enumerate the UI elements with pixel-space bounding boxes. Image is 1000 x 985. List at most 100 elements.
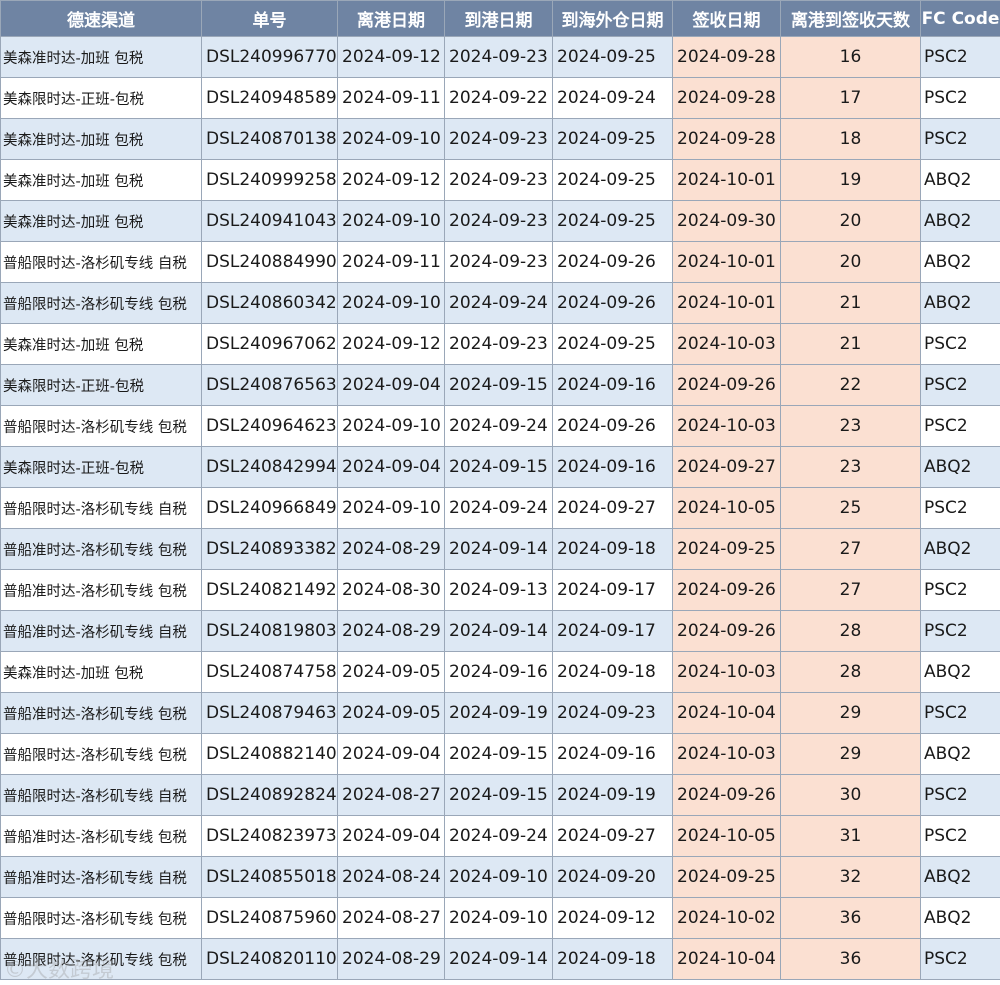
cell-departure-date[interactable]: 2024-08-30 bbox=[337, 569, 445, 611]
cell-departure-date[interactable]: 2024-09-10 bbox=[337, 282, 445, 324]
cell-departure-date[interactable]: 2024-09-10 bbox=[337, 487, 445, 529]
cell-sign-date[interactable]: 2024-09-28 bbox=[672, 118, 781, 160]
cell-days[interactable]: 29 bbox=[780, 692, 921, 734]
cell-channel[interactable]: 普船限时达-洛杉矶专线 包税 bbox=[0, 405, 202, 447]
cell-sign-date[interactable]: 2024-10-03 bbox=[672, 733, 781, 775]
header-sign-date[interactable]: 签收日期 bbox=[672, 0, 781, 37]
cell-days[interactable]: 20 bbox=[780, 241, 921, 283]
cell-days[interactable]: 22 bbox=[780, 364, 921, 406]
cell-days[interactable]: 30 bbox=[780, 774, 921, 816]
cell-fc-code[interactable]: PSC2 bbox=[920, 774, 1000, 816]
cell-arrival-date[interactable]: 2024-09-24 bbox=[444, 815, 553, 857]
cell-days[interactable]: 25 bbox=[780, 487, 921, 529]
cell-order-no[interactable]: DSL240892824 bbox=[201, 774, 338, 816]
cell-days[interactable]: 18 bbox=[780, 118, 921, 160]
cell-warehouse-date[interactable]: 2024-09-23 bbox=[552, 692, 673, 734]
cell-arrival-date[interactable]: 2024-09-15 bbox=[444, 733, 553, 775]
cell-sign-date[interactable]: 2024-10-03 bbox=[672, 651, 781, 693]
cell-arrival-date[interactable]: 2024-09-14 bbox=[444, 610, 553, 652]
cell-order-no[interactable]: DSL240875960 bbox=[201, 897, 338, 939]
cell-warehouse-date[interactable]: 2024-09-26 bbox=[552, 241, 673, 283]
cell-days[interactable]: 28 bbox=[780, 651, 921, 693]
cell-sign-date[interactable]: 2024-10-01 bbox=[672, 159, 781, 201]
cell-departure-date[interactable]: 2024-09-05 bbox=[337, 651, 445, 693]
cell-channel[interactable]: 美森准时达-加班 包税 bbox=[0, 323, 202, 365]
cell-warehouse-date[interactable]: 2024-09-19 bbox=[552, 774, 673, 816]
cell-departure-date[interactable]: 2024-09-11 bbox=[337, 77, 445, 119]
cell-order-no[interactable]: DSL240996770 bbox=[201, 36, 338, 78]
cell-fc-code[interactable]: ABQ2 bbox=[920, 651, 1000, 693]
cell-channel[interactable]: 普船准时达-洛杉矶专线 包税 bbox=[0, 528, 202, 570]
cell-sign-date[interactable]: 2024-10-03 bbox=[672, 323, 781, 365]
cell-departure-date[interactable]: 2024-08-29 bbox=[337, 938, 445, 980]
cell-fc-code[interactable]: ABQ2 bbox=[920, 282, 1000, 324]
header-fc-code[interactable]: FC Code bbox=[920, 0, 1000, 37]
cell-fc-code[interactable]: PSC2 bbox=[920, 610, 1000, 652]
cell-warehouse-date[interactable]: 2024-09-12 bbox=[552, 897, 673, 939]
cell-channel[interactable]: 普船准时达-洛杉矶专线 自税 bbox=[0, 856, 202, 898]
cell-arrival-date[interactable]: 2024-09-14 bbox=[444, 528, 553, 570]
cell-warehouse-date[interactable]: 2024-09-26 bbox=[552, 405, 673, 447]
cell-order-no[interactable]: DSL240999258 bbox=[201, 159, 338, 201]
cell-order-no[interactable]: DSL240879463 bbox=[201, 692, 338, 734]
cell-sign-date[interactable]: 2024-09-28 bbox=[672, 36, 781, 78]
cell-fc-code[interactable]: ABQ2 bbox=[920, 446, 1000, 488]
cell-fc-code[interactable]: PSC2 bbox=[920, 815, 1000, 857]
cell-sign-date[interactable]: 2024-09-26 bbox=[672, 774, 781, 816]
cell-channel[interactable]: 普船限时达-洛杉矶专线 自税 bbox=[0, 241, 202, 283]
cell-warehouse-date[interactable]: 2024-09-26 bbox=[552, 282, 673, 324]
header-arrival-date[interactable]: 到港日期 bbox=[444, 0, 553, 37]
cell-channel[interactable]: 美森准时达-加班 包税 bbox=[0, 159, 202, 201]
header-order-no[interactable]: 单号 bbox=[201, 0, 338, 37]
cell-departure-date[interactable]: 2024-08-27 bbox=[337, 774, 445, 816]
cell-departure-date[interactable]: 2024-09-12 bbox=[337, 159, 445, 201]
cell-days[interactable]: 20 bbox=[780, 200, 921, 242]
cell-days[interactable]: 36 bbox=[780, 938, 921, 980]
cell-warehouse-date[interactable]: 2024-09-16 bbox=[552, 364, 673, 406]
cell-order-no[interactable]: DSL240964623 bbox=[201, 405, 338, 447]
cell-days[interactable]: 23 bbox=[780, 446, 921, 488]
cell-warehouse-date[interactable]: 2024-09-27 bbox=[552, 487, 673, 529]
cell-warehouse-date[interactable]: 2024-09-16 bbox=[552, 733, 673, 775]
cell-days[interactable]: 17 bbox=[780, 77, 921, 119]
header-warehouse-date[interactable]: 到海外仓日期 bbox=[552, 0, 673, 37]
cell-channel[interactable]: 美森准时达-加班 包税 bbox=[0, 118, 202, 160]
cell-departure-date[interactable]: 2024-09-10 bbox=[337, 405, 445, 447]
cell-arrival-date[interactable]: 2024-09-23 bbox=[444, 118, 553, 160]
cell-sign-date[interactable]: 2024-10-03 bbox=[672, 405, 781, 447]
cell-sign-date[interactable]: 2024-09-25 bbox=[672, 528, 781, 570]
cell-channel[interactable]: 美森限时达-正班-包税 bbox=[0, 446, 202, 488]
cell-days[interactable]: 16 bbox=[780, 36, 921, 78]
cell-sign-date[interactable]: 2024-09-27 bbox=[672, 446, 781, 488]
cell-arrival-date[interactable]: 2024-09-13 bbox=[444, 569, 553, 611]
cell-days[interactable]: 21 bbox=[780, 323, 921, 365]
cell-fc-code[interactable]: ABQ2 bbox=[920, 897, 1000, 939]
cell-warehouse-date[interactable]: 2024-09-24 bbox=[552, 77, 673, 119]
cell-fc-code[interactable]: ABQ2 bbox=[920, 856, 1000, 898]
cell-departure-date[interactable]: 2024-09-04 bbox=[337, 364, 445, 406]
cell-arrival-date[interactable]: 2024-09-15 bbox=[444, 774, 553, 816]
cell-days[interactable]: 23 bbox=[780, 405, 921, 447]
cell-order-no[interactable]: DSL240820110 bbox=[201, 938, 338, 980]
cell-channel[interactable]: 普船限时达-洛杉矶专线 自税 bbox=[0, 487, 202, 529]
cell-channel[interactable]: 普船限时达-洛杉矶专线 自税 bbox=[0, 774, 202, 816]
cell-order-no[interactable]: DSL240941043 bbox=[201, 200, 338, 242]
cell-days[interactable]: 32 bbox=[780, 856, 921, 898]
cell-warehouse-date[interactable]: 2024-09-25 bbox=[552, 200, 673, 242]
cell-fc-code[interactable]: ABQ2 bbox=[920, 528, 1000, 570]
cell-order-no[interactable]: DSL240948589 bbox=[201, 77, 338, 119]
cell-departure-date[interactable]: 2024-09-12 bbox=[337, 36, 445, 78]
cell-arrival-date[interactable]: 2024-09-16 bbox=[444, 651, 553, 693]
cell-order-no[interactable]: DSL240821492 bbox=[201, 569, 338, 611]
cell-arrival-date[interactable]: 2024-09-15 bbox=[444, 446, 553, 488]
cell-sign-date[interactable]: 2024-10-05 bbox=[672, 815, 781, 857]
cell-arrival-date[interactable]: 2024-09-10 bbox=[444, 897, 553, 939]
cell-departure-date[interactable]: 2024-09-04 bbox=[337, 446, 445, 488]
cell-channel[interactable]: 普船限时达-洛杉矶专线 包税 bbox=[0, 897, 202, 939]
cell-warehouse-date[interactable]: 2024-09-27 bbox=[552, 815, 673, 857]
cell-channel[interactable]: 普船限时达-洛杉矶专线 包税 bbox=[0, 938, 202, 980]
cell-warehouse-date[interactable]: 2024-09-17 bbox=[552, 569, 673, 611]
cell-channel[interactable]: 普船准时达-洛杉矶专线 包税 bbox=[0, 815, 202, 857]
cell-departure-date[interactable]: 2024-09-12 bbox=[337, 323, 445, 365]
cell-order-no[interactable]: DSL240855018 bbox=[201, 856, 338, 898]
